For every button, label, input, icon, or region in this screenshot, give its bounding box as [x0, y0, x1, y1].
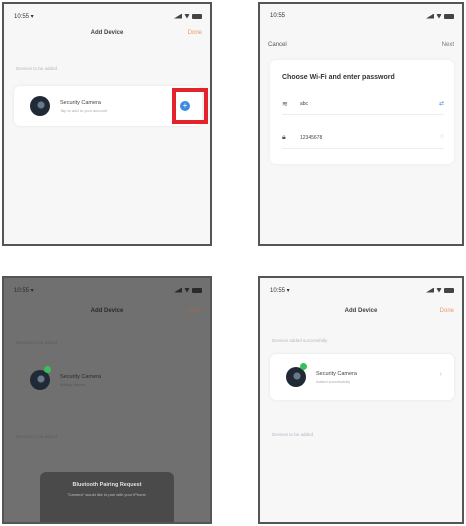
- device-subtitle: Added successfully: [316, 379, 351, 384]
- screen-add-device: 10:55 ▾ Add Device Done Devices to be ad…: [2, 2, 212, 246]
- wifi-icon: [436, 13, 442, 19]
- signal-icon: [426, 287, 434, 293]
- switch-network-icon[interactable]: ⇄: [439, 100, 444, 107]
- wifi-icon: [436, 287, 442, 293]
- wifi-icon: ≋: [282, 101, 288, 108]
- page-title: Add Device: [90, 30, 124, 36]
- status-time: 10:55 ▾: [270, 287, 290, 294]
- status-time: 10:55 ▾: [14, 13, 34, 20]
- wifi-password[interactable]: 12345678: [300, 135, 322, 141]
- done-button[interactable]: Done: [188, 308, 202, 314]
- screen-pairing-request: 10:55 ▾ Add Device Done Devices to be ad…: [2, 276, 212, 524]
- dialog-body: "Camera" would like to pair with your iP…: [67, 492, 147, 497]
- signal-icon: [174, 287, 182, 293]
- nav-bar: Add Device Done: [260, 308, 462, 322]
- battery-icon: [444, 287, 454, 293]
- screen-device-added: 10:55 ▾ Add Device Done Devices added su…: [258, 276, 464, 524]
- section-label-2: Devices to be added: [16, 434, 58, 439]
- wifi-card: Choose Wi-Fi and enter password ≋ abc ⇄ …: [270, 60, 454, 164]
- status-time: 10:55: [270, 13, 286, 19]
- device-subtitle: Tap to add to your account: [60, 108, 108, 113]
- section-label: Devices to be added: [16, 66, 58, 71]
- chevron-right-icon[interactable]: ›: [440, 371, 442, 378]
- status-bar: 10:55 ▾: [14, 11, 202, 21]
- highlight-box: [172, 88, 208, 124]
- battery-icon: [192, 287, 202, 293]
- next-button[interactable]: Next: [442, 42, 454, 48]
- section-label-2: Devices to be added: [272, 432, 314, 437]
- cancel-button[interactable]: Cancel: [268, 42, 287, 48]
- battery-icon: [444, 13, 454, 19]
- bluetooth-pairing-dialog[interactable]: Bluetooth Pairing Request "Camera" would…: [40, 472, 174, 522]
- wifi-network-row[interactable]: ≋ abc ⇄: [282, 94, 444, 115]
- device-name: Security Camera: [60, 374, 101, 380]
- show-password-icon[interactable]: ◌: [440, 134, 444, 140]
- nav-bar: Add Device Done: [4, 30, 210, 44]
- device-name: Security Camera: [60, 100, 101, 106]
- section-label: Devices added successfully: [272, 338, 328, 343]
- status-time: 10:55 ▾: [14, 287, 34, 294]
- signal-icon: [174, 13, 182, 19]
- signal-icon: [426, 13, 434, 19]
- camera-icon: [286, 367, 306, 387]
- wifi-heading: Choose Wi-Fi and enter password: [282, 74, 395, 81]
- screen-wifi-setup: 10:55 Cancel Next Choose Wi-Fi and enter…: [258, 2, 464, 246]
- device-subtitle: Adding device...: [60, 382, 89, 387]
- nav-bar: Cancel Next: [260, 42, 462, 56]
- status-bar: 10:55 ▾: [270, 285, 454, 295]
- device-name: Security Camera: [316, 371, 357, 377]
- dialog-title: Bluetooth Pairing Request: [72, 482, 142, 488]
- page-title: Add Device: [344, 308, 378, 314]
- section-label: Devices to be added: [16, 340, 58, 345]
- status-bar: 10:55: [270, 11, 454, 21]
- status-bar: 10:55 ▾: [14, 285, 202, 295]
- status-dot: [44, 366, 51, 373]
- status-dot: [300, 363, 307, 370]
- done-button[interactable]: Done: [440, 308, 454, 314]
- lock-icon: 🔒︎: [282, 134, 286, 141]
- page-title: Add Device: [90, 308, 124, 314]
- nav-bar: Add Device Done: [4, 308, 210, 322]
- camera-icon: [30, 370, 50, 390]
- device-card[interactable]: Security Camera Adding device...: [14, 360, 202, 400]
- camera-icon: [30, 96, 50, 116]
- device-card[interactable]: Security Camera Added successfully ›: [270, 354, 454, 400]
- wifi-ssid: abc: [300, 101, 309, 107]
- wifi-icon: [184, 287, 190, 293]
- wifi-icon: [184, 13, 190, 19]
- done-button[interactable]: Done: [188, 30, 202, 36]
- wifi-password-row[interactable]: 🔒︎ 12345678 ◌: [282, 128, 444, 149]
- battery-icon: [192, 13, 202, 19]
